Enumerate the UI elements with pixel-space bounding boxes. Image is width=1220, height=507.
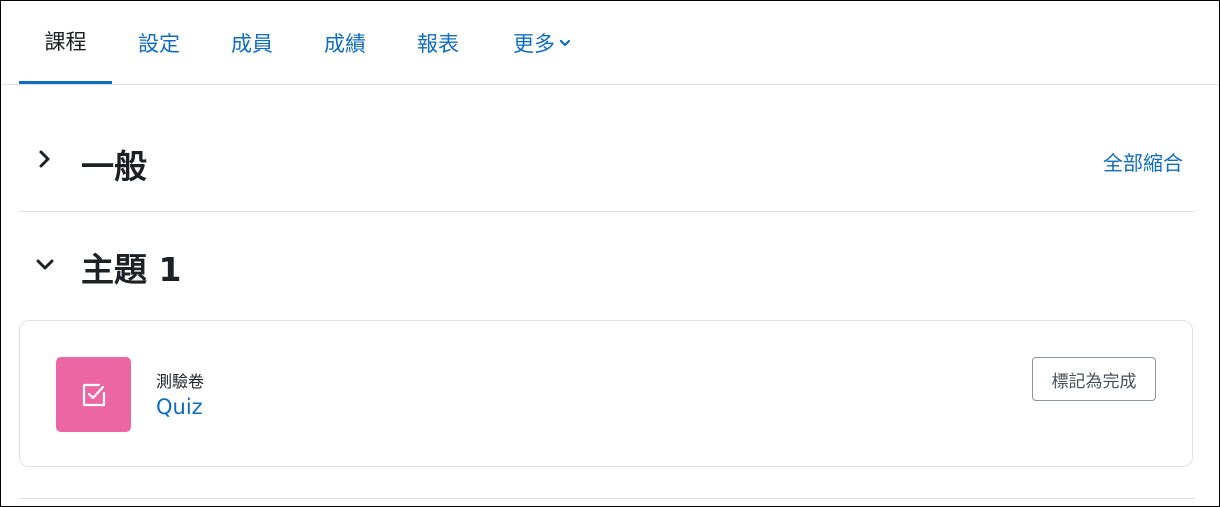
section-divider xyxy=(19,498,1195,499)
section-title[interactable]: 主題 1 xyxy=(81,243,181,291)
tab-label: 更多 xyxy=(513,31,555,56)
tab-grades[interactable]: 成績 xyxy=(305,1,385,84)
chevron-down-icon xyxy=(559,37,571,49)
tab-more-dropdown[interactable]: 更多 xyxy=(497,1,587,84)
chevron-down-icon[interactable] xyxy=(35,255,55,275)
mark-as-done-button[interactable]: 標記為完成 xyxy=(1032,357,1156,401)
course-navigation: 課程 設定 成員 成績 報表 更多 xyxy=(1,1,1219,85)
quiz-checkbox-icon[interactable] xyxy=(56,357,131,432)
course-page: 課程 設定 成員 成績 報表 更多 一般 全部縮合 主題 1 測驗卷 Quiz … xyxy=(0,0,1220,507)
tab-label: 課程 xyxy=(44,30,87,54)
course-section-general: 一般 全部縮合 xyxy=(19,85,1195,212)
tab-label: 成員 xyxy=(231,31,273,56)
activity-card-quiz: 測驗卷 Quiz 標記為完成 xyxy=(19,320,1193,467)
tab-reports[interactable]: 報表 xyxy=(398,1,478,84)
tab-course[interactable]: 課程 xyxy=(19,1,112,84)
chevron-right-icon[interactable] xyxy=(35,149,55,169)
tab-participants[interactable]: 成員 xyxy=(212,1,292,84)
collapse-all-link[interactable]: 全部縮合 xyxy=(1103,147,1183,176)
activity-type-label: 測驗卷 xyxy=(156,372,205,391)
section-title[interactable]: 一般 xyxy=(81,140,147,188)
tab-label: 設定 xyxy=(138,31,180,56)
tab-label: 成績 xyxy=(324,31,366,56)
activity-name-link[interactable]: Quiz xyxy=(156,395,203,419)
tab-label: 報表 xyxy=(417,31,459,56)
course-section-topic-1: 主題 1 xyxy=(19,212,1195,312)
tab-settings[interactable]: 設定 xyxy=(119,1,199,84)
